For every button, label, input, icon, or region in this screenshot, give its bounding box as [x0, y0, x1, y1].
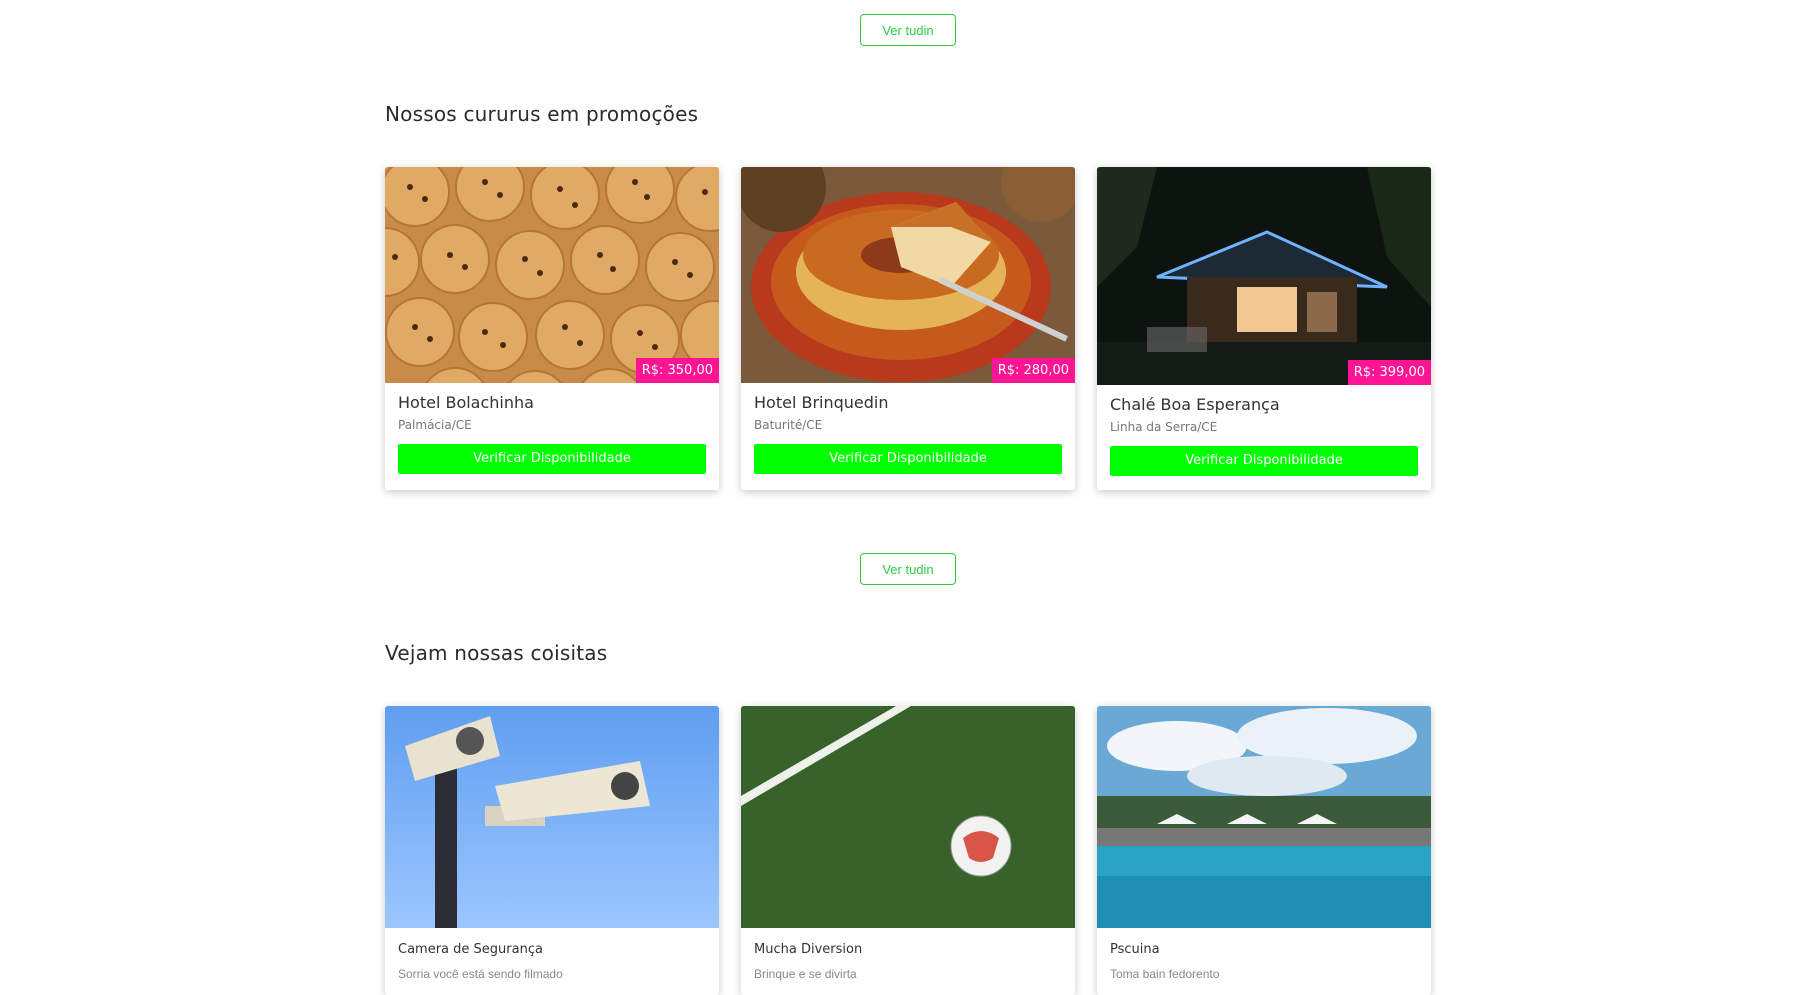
card-description: Sorria você está sendo filmado — [398, 967, 563, 981]
check-availability-button[interactable]: Verificar Disponibilidade — [754, 444, 1062, 474]
card-description: Brinque e se divirta — [754, 967, 857, 981]
check-availability-button[interactable]: Verificar Disponibilidade — [1110, 446, 1418, 476]
price-badge: R$: 280,00 — [991, 358, 1075, 383]
price-badge: R$: 399,00 — [1347, 360, 1431, 385]
see-more-button-top[interactable]: Ver tudin — [860, 14, 956, 46]
promo-card: R$: 399,00 Chalé Boa Esperança Linha da … — [1097, 167, 1431, 490]
promo-section-title: Nossos cururus em promoções — [385, 102, 699, 126]
info-card: Pscuina Toma bain fedorento — [1097, 706, 1431, 995]
card-title: Camera de Segurança — [398, 942, 543, 957]
card-title: Chalé Boa Esperança — [1110, 395, 1280, 414]
chalet-image: R$: 399,00 — [1097, 167, 1431, 385]
card-location: Palmácia/CE — [398, 418, 472, 432]
things-cards: Camera de Segurança Sorria você está sen… — [385, 706, 1431, 995]
info-card: Mucha Diversion Brinque e se divirta — [741, 706, 1075, 995]
card-location: Linha da Serra/CE — [1110, 420, 1218, 434]
cookies-image: R$: 350,00 — [385, 167, 719, 383]
promo-card: R$: 350,00 Hotel Bolachinha Palmácia/CE … — [385, 167, 719, 490]
check-availability-button[interactable]: Verificar Disponibilidade — [398, 444, 706, 474]
soccer-field-image — [741, 706, 1075, 928]
card-title: Pscuina — [1110, 942, 1160, 957]
promo-card: R$: 280,00 Hotel Brinquedin Baturité/CE … — [741, 167, 1075, 490]
security-camera-image — [385, 706, 719, 928]
card-title: Hotel Bolachinha — [398, 393, 534, 412]
see-more-button-bottom[interactable]: Ver tudin — [860, 553, 956, 585]
promo-cards: R$: 350,00 Hotel Bolachinha Palmácia/CE … — [385, 167, 1431, 490]
card-title: Mucha Diversion — [754, 942, 863, 957]
card-location: Baturité/CE — [754, 418, 823, 432]
card-description: Toma bain fedorento — [1110, 967, 1220, 981]
price-badge: R$: 350,00 — [635, 358, 719, 383]
things-section-title: Vejam nossas coisitas — [385, 641, 608, 665]
info-card: Camera de Segurança Sorria você está sen… — [385, 706, 719, 995]
pool-image — [1097, 706, 1431, 928]
pudding-image: R$: 280,00 — [741, 167, 1075, 383]
card-title: Hotel Brinquedin — [754, 393, 889, 412]
